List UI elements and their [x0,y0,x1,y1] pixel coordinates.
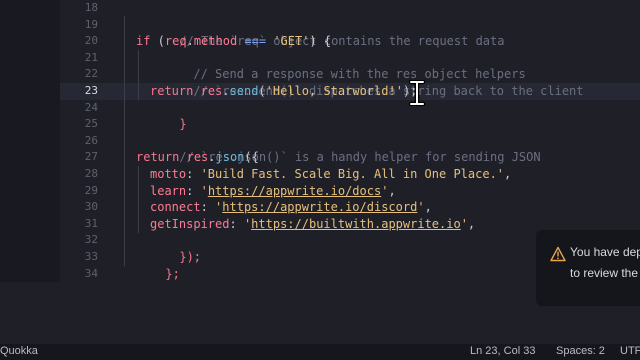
punctuation: , [467,216,476,231]
line-number: 25 [84,117,98,131]
string-quote: ' [200,183,208,198]
identifier: req [164,34,187,49]
line-number-gutter: 18 19 20 21 22 23 24 25 26 27 28 29 30 3… [60,0,110,344]
code-line-24: } [136,100,186,131]
punctuation: , [388,183,396,198]
line-number: 32 [84,233,98,247]
line-number: 22 [84,67,98,81]
operator: === [237,34,274,49]
function-name: send [229,84,259,98]
line-number: 33 [84,250,98,263]
warning-icon [550,246,566,262]
status-encoding[interactable]: UTF [620,345,640,357]
string-quote: ' [417,200,425,215]
status-indentation[interactable]: Spaces: 2 [556,345,605,357]
line-number: 24 [84,100,98,114]
punctuation: . [208,150,216,165]
identifier: res [186,150,209,165]
notification-toast[interactable]: You have dep to review the [536,230,640,306]
punctuation: }; [165,266,180,281]
object-key: connect [150,200,201,215]
line-number: 26 [84,133,98,147]
url-link[interactable]: https://builtwith.appwrite.io [251,217,461,231]
punctuation: . [186,34,194,49]
code-line-26: // `res.json()` is a handy helper for se… [136,133,540,164]
keyword: return [150,84,194,98]
code-line-30: connect: 'https://appwrite.io/discord', [150,199,432,216]
line-number: 27 [84,150,98,164]
punctuation: }); [179,249,202,264]
punctuation: , [504,167,512,181]
object-key: getInspired [150,216,230,231]
notification-message: to review the [570,266,639,280]
text-cursor-icon [408,80,426,106]
punctuation: : [186,167,201,181]
object-key: learn [150,183,187,198]
string-literal: 'Build Fast. Scale Big. All in One Place… [200,167,505,181]
line-number: 21 [84,50,98,64]
punctuation: ({ [244,150,259,165]
object-key: motto [150,167,187,181]
punctuation: , [424,200,432,215]
brace: } [179,117,187,132]
code-line-31: getInspired: 'https://builtwith.appwrite… [150,216,475,233]
line-number: 29 [84,183,98,197]
punctuation: : [229,216,244,231]
code-line-21: // Send a response with the res object h… [150,50,525,81]
keyword: return [136,150,180,165]
punctuation: ( [150,34,165,49]
punctuation: ) { [309,34,332,49]
code-line-33: }; [122,249,179,281]
identifier: res [200,84,223,98]
code-line-22: // `res.send()` dispatches a string back… [150,66,583,98]
line-number: 31 [84,216,98,230]
url-link[interactable]: https://appwrite.io/docs [208,184,381,198]
status-quokka[interactable]: Quokka [0,345,38,357]
punctuation: ( [258,84,266,98]
line-number: 19 [84,17,98,31]
line-number-active: 23 [84,84,98,97]
code-line-32: }); [136,232,201,264]
status-bar: Quokka Ln 23, Col 33 Spaces: 2 UTF [0,344,640,360]
punctuation: : [186,183,201,198]
code-line-19: // The `req` object contains the request… [136,17,504,48]
line-number: 28 [84,167,98,180]
code-line-27: return res.json({ [136,149,259,166]
keyword: if [136,34,151,49]
url-link[interactable]: https://appwrite.io/discord [222,200,417,214]
side-panel [0,0,60,282]
code-line-29: learn: 'https://appwrite.io/docs', [150,183,396,200]
string-literal: 'GET' [273,34,310,49]
function-name: json [215,150,245,165]
string-quote: ' [460,216,468,231]
code-line-20: if (req.method === 'GET') { [136,33,331,50]
code-line-28: motto: 'Build Fast. Scale Big. All in On… [150,166,511,183]
line-number: 34 [84,266,98,280]
code-line-23: return res.send('Hello, Starworld!'); [150,83,417,100]
line-number: 20 [84,34,98,48]
status-cursor-position[interactable]: Ln 23, Col 33 [470,345,535,357]
indent-guide [124,16,125,266]
side-panel-lower [0,282,60,344]
punctuation: . [222,84,230,98]
property: method [193,34,238,49]
line-number: 30 [84,200,98,214]
string-literal: 'Hello, Starworld!' [265,84,403,98]
notification-message: You have dep [570,245,640,259]
line-number: 18 [84,1,98,14]
punctuation: : [200,200,216,215]
